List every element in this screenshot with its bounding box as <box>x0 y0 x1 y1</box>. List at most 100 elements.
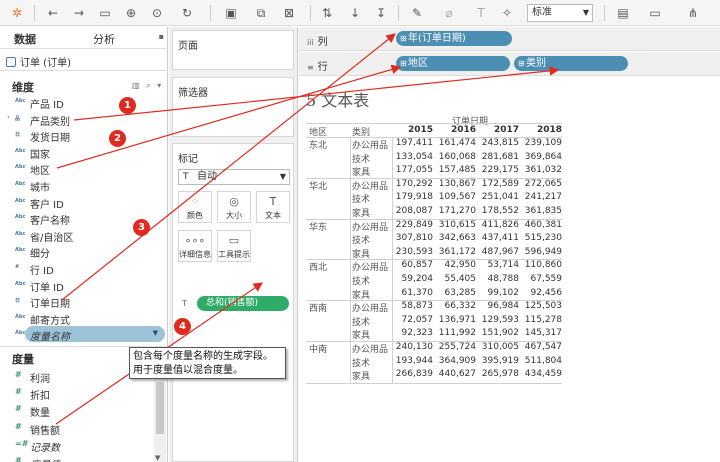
pill-year-order-date[interactable]: ⊞ 年(订单日期) <box>396 31 512 46</box>
sales-cell: 170,292 <box>395 178 433 189</box>
field-label: 发货日期 <box>30 133 70 145</box>
show-cards-icon[interactable]: ▤ <box>614 4 632 22</box>
group-icon[interactable]: ⌀ <box>440 4 458 22</box>
measure-field[interactable]: # 销售额 <box>0 420 152 437</box>
sales-cell: 239,109 <box>524 138 562 148</box>
redo-icon[interactable]: → <box>70 4 88 22</box>
dimension-field[interactable]: 日 发货日期 <box>0 127 168 145</box>
dimension-field[interactable]: Abc 城市 <box>0 177 168 194</box>
new-datasource-icon[interactable]: ⊕ <box>122 4 140 22</box>
fit-select[interactable]: 标准 ▼ <box>527 4 593 22</box>
tooltip-icon: ▭ <box>228 234 240 247</box>
measures-header: 度量 <box>12 353 34 366</box>
mark-type-value: 自动 <box>197 171 217 182</box>
pin-icon[interactable]: ✧ <box>498 4 516 22</box>
search-icon[interactable]: ▥ ⌕ ▾ <box>132 81 163 91</box>
tab-analysis[interactable]: 分析 <box>93 31 115 47</box>
year-header: 2016 <box>450 125 476 135</box>
save-icon[interactable]: ▭ <box>96 4 114 22</box>
sales-cell: 437,411 <box>481 233 519 244</box>
mark-button-detail[interactable]: ∘∘∘ 详细信息 <box>178 230 212 262</box>
clear-sheet-icon[interactable]: ⊠ <box>280 4 298 22</box>
dimension-field[interactable]: Abc 订单 ID <box>0 277 168 294</box>
new-worksheet-icon[interactable]: ▣ <box>222 4 240 22</box>
data-pane: 数据 分析 ▪ 订单 (订单) 维度 ▥ ⌕ ▾ Abc 产品 ID › 品 产品类别日… <box>0 27 168 462</box>
measure-field[interactable]: # 度量值 <box>0 454 152 462</box>
sales-cell: 440,627 <box>438 369 476 380</box>
sales-cell: 369,864 <box>524 151 562 162</box>
toolbar: ✲ ← → ▭ ⊕ ⊙ ↻ ▣ ⧉ ⊠ ⇅ ↓ ↧ ✎ ⌀ T ✧ 标准 ▼ ▤… <box>0 0 720 26</box>
sales-cell: 229,175 <box>481 165 519 176</box>
refresh-icon[interactable]: ↻ <box>178 4 196 22</box>
collapse-icon[interactable]: ▪ <box>159 32 164 41</box>
mark-type-select[interactable]: T 自动 ▼ <box>178 169 290 185</box>
sales-cell: 361,835 <box>524 206 562 216</box>
rows-shelf[interactable]: ≡ 行 ⊞ 地区 ⊞ 类别 <box>299 52 720 76</box>
presentation-icon[interactable]: ▭ <box>646 4 664 22</box>
measure-field[interactable]: # 折扣 <box>0 385 152 402</box>
sales-cell: 197,411 <box>395 138 433 148</box>
category-label: 技术 <box>352 195 371 206</box>
pause-updates-icon[interactable]: ⊙ <box>148 4 166 22</box>
marks-title: 标记 <box>178 154 198 165</box>
dimension-field[interactable]: › 品 产品类别 <box>0 111 168 128</box>
chevron-down-icon[interactable]: ▼ <box>153 329 158 337</box>
mark-button-size[interactable]: ◎ 大小 <box>217 191 251 223</box>
field-type-icon: Abc <box>15 197 26 204</box>
sales-cell: 395,919 <box>481 355 519 366</box>
pages-title: 页面 <box>178 41 198 52</box>
sales-cell: 109,567 <box>438 192 476 203</box>
tooltip-line-1: 包含每个度量名称的生成字段。 <box>133 351 273 362</box>
highlight-icon[interactable]: ✎ <box>408 4 426 22</box>
columns-shelf[interactable]: iii 列 ⊞ 年(订单日期) <box>299 27 720 51</box>
dimension-field[interactable]: ▼ Abc 度量名称 <box>0 326 168 343</box>
sort-descending-icon[interactable]: ↧ <box>372 4 390 22</box>
mark-button-text[interactable]: T 文本 <box>256 191 290 223</box>
label-icon[interactable]: T <box>472 4 490 22</box>
chevron-down-icon[interactable]: ▼ <box>155 454 160 462</box>
share-icon[interactable]: ⋔ <box>684 4 702 22</box>
sales-cell: 460,381 <box>524 219 562 230</box>
field-type-icon: 品 <box>15 115 21 122</box>
category-label: 办公用品 <box>352 304 389 315</box>
dimension-field[interactable]: Abc 细分 <box>0 243 168 260</box>
dimension-field[interactable]: Abc 客户 ID <box>0 194 168 211</box>
undo-icon[interactable]: ← <box>44 4 62 22</box>
pill-region[interactable]: ⊞ 地区 <box>396 56 510 71</box>
category-label: 家具 <box>352 290 371 301</box>
swap-icon[interactable]: ⇅ <box>318 4 336 22</box>
tab-data[interactable]: 数据 <box>14 31 36 47</box>
sort-ascending-icon[interactable]: ↓ <box>346 4 364 22</box>
mark-button-color[interactable]: ⁘ 颜色 <box>178 191 212 223</box>
rows-shelf-label: ≡ 行 <box>307 58 328 73</box>
mark-button-tooltip[interactable]: ▭ 工具提示 <box>217 230 251 262</box>
field-type-icon: # <box>15 404 22 414</box>
sales-cell: 115,278 <box>524 314 562 325</box>
filters-card[interactable]: 筛选器 <box>172 77 294 137</box>
field-type-icon: =# <box>15 438 29 448</box>
sales-cell: 171,270 <box>438 206 476 216</box>
measure-field[interactable]: =# 记录数 <box>0 437 152 454</box>
dimension-field[interactable]: Abc 邮寄方式 <box>0 310 168 327</box>
dimension-field[interactable]: # 行 ID <box>0 260 168 277</box>
dimension-field[interactable]: Abc 地区 <box>0 160 168 177</box>
sales-cell: 596,949 <box>524 246 562 257</box>
datasource-item[interactable]: 订单 (订单) <box>0 49 168 71</box>
pages-card[interactable]: 页面 <box>172 30 294 70</box>
tableau-logo-icon[interactable]: ✲ <box>8 4 26 22</box>
category-label: 技术 <box>352 317 371 328</box>
dimension-field[interactable]: Abc 国家 <box>0 144 168 161</box>
region-label: 西北 <box>309 263 328 274</box>
sum-sales-pill[interactable]: 总和(销售额) <box>197 296 289 311</box>
sales-cell: 230,593 <box>395 246 433 257</box>
expand-icon[interactable]: › <box>7 113 10 121</box>
measure-field[interactable]: # 数量 <box>0 402 152 419</box>
toolbar-separator <box>604 5 605 21</box>
duplicate-icon[interactable]: ⧉ <box>252 4 270 22</box>
chevron-down-icon: ▼ <box>582 8 589 17</box>
sales-cell: 251,041 <box>481 192 519 203</box>
dimension-field[interactable]: 日 订单日期 <box>0 293 168 310</box>
dimension-field[interactable]: Abc 产品 ID <box>0 94 168 111</box>
pill-category[interactable]: ⊞ 类别 <box>514 56 628 71</box>
scroll-thumb[interactable] <box>156 382 164 434</box>
